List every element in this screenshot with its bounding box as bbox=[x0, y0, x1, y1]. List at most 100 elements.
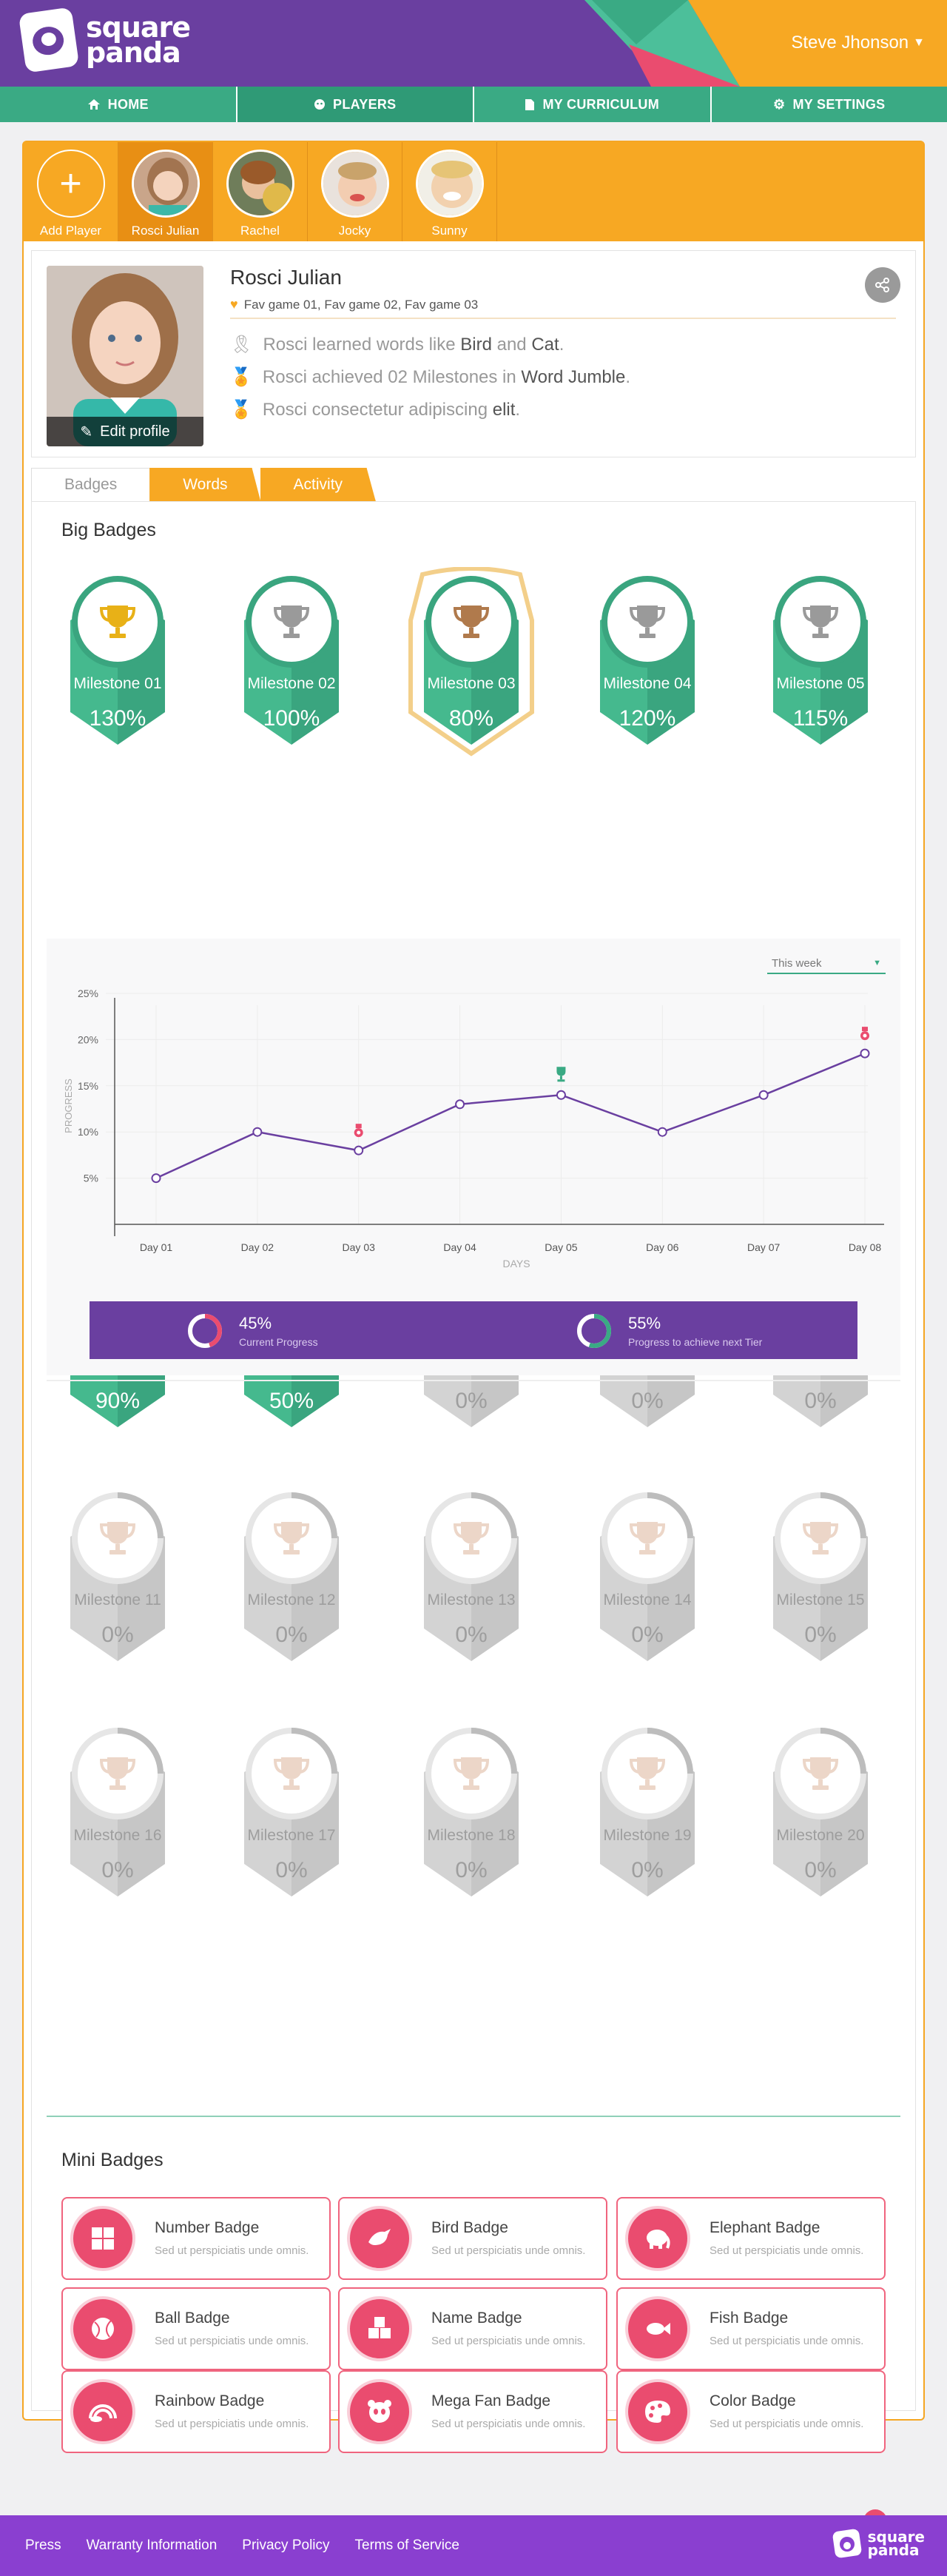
user-menu[interactable]: Steve Jhonson ▼ bbox=[791, 33, 925, 53]
tab-activity[interactable]: Activity bbox=[260, 468, 377, 502]
x-tick-label: Day 02 bbox=[241, 1241, 274, 1253]
badge-percent: 0% bbox=[275, 1623, 308, 1647]
nav-curriculum[interactable]: MY CURRICULUM bbox=[474, 87, 712, 122]
badge-title: Milestone 20 bbox=[776, 1827, 865, 1844]
nav-settings[interactable]: ⚙ MY SETTINGS bbox=[712, 87, 947, 122]
mini-badge-card[interactable]: Fish Badge Sed ut perspiciatis unde omni… bbox=[616, 2287, 886, 2370]
data-point[interactable] bbox=[252, 1127, 263, 1137]
rainbow-icon bbox=[89, 2404, 117, 2422]
milestone-badge[interactable]: Milestone 04 120% bbox=[584, 567, 711, 762]
badge-shape bbox=[773, 1492, 868, 1661]
current-progress: 45% Current Progress bbox=[186, 1312, 318, 1350]
tab-badges[interactable]: Badges bbox=[31, 468, 151, 502]
edit-profile-button[interactable]: ✎ Edit profile bbox=[47, 417, 203, 446]
player-sunny[interactable]: Sunny bbox=[402, 142, 497, 241]
milestone-badge[interactable]: Milestone 13 0% bbox=[408, 1483, 535, 1679]
footer-link-press[interactable]: Press bbox=[25, 2538, 61, 2554]
milestone-badge[interactable]: Milestone 14 0% bbox=[584, 1483, 711, 1679]
footer-logo[interactable]: square panda bbox=[832, 2529, 925, 2558]
badge-percent: 0% bbox=[275, 1858, 308, 1882]
milestone-badge[interactable]: Milestone 11 0% bbox=[54, 1483, 181, 1679]
footer-link-privacy[interactable]: Privacy Policy bbox=[242, 2538, 329, 2554]
badge-percent: 0% bbox=[455, 1389, 488, 1413]
badge-shape bbox=[70, 1728, 165, 1896]
add-player-button[interactable]: + Add Player bbox=[24, 142, 118, 241]
footer-link-terms[interactable]: Terms of Service bbox=[355, 2538, 459, 2554]
mini-badge-card[interactable]: Number Badge Sed ut perspiciatis unde om… bbox=[61, 2197, 331, 2280]
trophy-icon bbox=[99, 606, 136, 638]
milestone-badge[interactable]: Milestone 03 80% bbox=[408, 567, 535, 762]
milestone-badge[interactable]: Milestone 01 130% bbox=[54, 567, 181, 762]
medal-icon: 🏅 bbox=[230, 367, 252, 387]
elephant-icon bbox=[647, 2230, 670, 2249]
player-rosci-julian[interactable]: Rosci Julian bbox=[118, 142, 213, 241]
nav-players[interactable]: PLAYERS bbox=[237, 87, 474, 122]
milestone-badge[interactable]: Milestone 15 0% bbox=[757, 1483, 884, 1679]
mini-badge-title: Elephant Badge bbox=[710, 2219, 820, 2236]
mini-badge-title: Number Badge bbox=[155, 2219, 260, 2236]
milestone-badge[interactable]: Milestone 16 0% bbox=[54, 1719, 181, 1914]
progress-ring-next-tier bbox=[577, 1314, 611, 1348]
mini-badge-subtitle: Sed ut perspiciatis unde omnis. bbox=[710, 2418, 864, 2430]
milestone-badge[interactable]: Milestone 05 115% bbox=[757, 567, 884, 762]
trophy-icon bbox=[629, 606, 666, 638]
medal-marker-icon bbox=[860, 1027, 869, 1041]
share-button[interactable] bbox=[865, 267, 900, 303]
mini-badge-subtitle: Sed ut perspiciatis unde omnis. bbox=[431, 2418, 586, 2430]
mini-badge-card[interactable]: Elephant Badge Sed ut perspiciatis unde … bbox=[616, 2197, 886, 2280]
trophy-icon bbox=[273, 606, 310, 638]
milestone-badge[interactable]: Milestone 20 0% bbox=[757, 1719, 884, 1914]
mini-badge-card[interactable]: Bird Badge Sed ut perspiciatis unde omni… bbox=[338, 2197, 607, 2280]
badge-shape bbox=[244, 1728, 339, 1896]
badge-shape bbox=[244, 1492, 339, 1661]
player-jocky[interactable]: Jocky bbox=[308, 142, 402, 241]
medal-marker-icon bbox=[354, 1124, 363, 1138]
trophy-icon bbox=[453, 1522, 490, 1554]
logo[interactable]: square panda bbox=[18, 7, 191, 73]
mini-badge-card[interactable]: Rainbow Badge Sed ut perspiciatis unde o… bbox=[61, 2370, 331, 2453]
badge-title: Milestone 01 bbox=[73, 675, 162, 692]
badge-percent: 0% bbox=[804, 1858, 837, 1882]
player-avatar bbox=[320, 150, 389, 218]
mini-badge-card[interactable]: Mega Fan Badge Sed ut perspiciatis unde … bbox=[338, 2370, 607, 2453]
nav-home[interactable]: HOME bbox=[0, 87, 237, 122]
profile-card: ✎ Edit profile Rosci Julian ♥ Fav game 0… bbox=[31, 250, 916, 457]
progress-ring-current bbox=[188, 1314, 222, 1348]
milestone-badge[interactable]: Milestone 12 0% bbox=[228, 1483, 355, 1679]
milestone-badge[interactable]: Milestone 18 0% bbox=[408, 1719, 535, 1914]
mini-badge-subtitle: Sed ut perspiciatis unde omnis. bbox=[710, 2335, 864, 2347]
milestone-badge[interactable]: Milestone 19 0% bbox=[584, 1719, 711, 1914]
badge-title: Milestone 04 bbox=[603, 675, 692, 692]
gear-icon: ⚙ bbox=[773, 96, 786, 112]
stat-misc: 🏅 Rosci consectetur adipiscing elit. bbox=[230, 399, 520, 420]
badges-panel: Big Badges Milestone 01 130% Milestone 02 1… bbox=[31, 501, 916, 2533]
tab-words[interactable]: Words bbox=[149, 468, 261, 502]
mini-badge-card[interactable]: Color Badge Sed ut perspiciatis unde omn… bbox=[616, 2370, 886, 2453]
player-name: Sunny bbox=[431, 224, 468, 238]
data-point[interactable] bbox=[860, 1048, 870, 1059]
footer-link-warranty[interactable]: Warranty Information bbox=[87, 2538, 218, 2554]
badge-percent: 0% bbox=[804, 1623, 837, 1647]
player-rachel[interactable]: Rachel bbox=[213, 142, 308, 241]
favorite-games: ♥ Fav game 01, Fav game 02, Fav game 03 bbox=[230, 297, 478, 312]
mini-badge-card[interactable]: Name Badge Sed ut perspiciatis unde omni… bbox=[338, 2287, 607, 2370]
data-point[interactable] bbox=[354, 1145, 364, 1155]
badge-percent: 100% bbox=[263, 706, 320, 731]
data-point[interactable] bbox=[556, 1090, 566, 1100]
y-tick-label: 5% bbox=[84, 1173, 98, 1184]
x-tick-label: Day 05 bbox=[545, 1241, 578, 1253]
mini-badge-subtitle: Sed ut perspiciatis unde omnis. bbox=[431, 2335, 586, 2347]
mini-badge-card[interactable]: Ball Badge Sed ut perspiciatis unde omni… bbox=[61, 2287, 331, 2370]
data-point[interactable] bbox=[455, 1099, 465, 1110]
nav-players-label: PLAYERS bbox=[333, 96, 397, 112]
y-tick-label: 15% bbox=[78, 1080, 98, 1092]
panda-logo-icon bbox=[832, 2529, 861, 2558]
x-tick-label: Day 08 bbox=[849, 1241, 882, 1253]
milestone-badge[interactable]: Milestone 17 0% bbox=[228, 1719, 355, 1914]
data-point[interactable] bbox=[758, 1090, 769, 1100]
milestone-badge[interactable]: Milestone 02 100% bbox=[228, 567, 355, 762]
data-point[interactable] bbox=[151, 1173, 161, 1184]
data-point[interactable] bbox=[657, 1127, 667, 1137]
nav-curriculum-label: MY CURRICULUM bbox=[542, 96, 660, 112]
badge-title: Milestone 13 bbox=[427, 1591, 516, 1609]
